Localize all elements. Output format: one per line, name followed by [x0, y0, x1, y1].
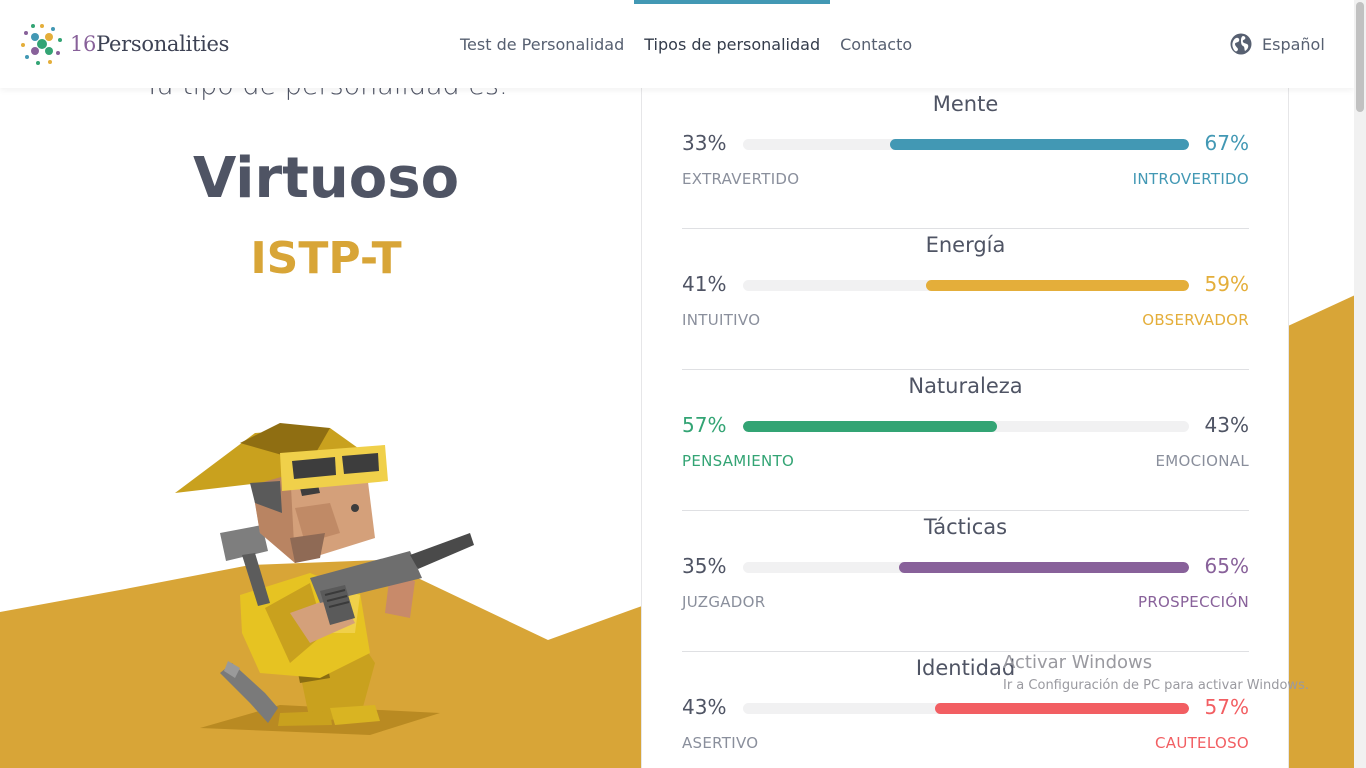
- trait-bar: [743, 703, 1189, 714]
- nav-item-personality-types[interactable]: Tipos de personalidad: [634, 0, 830, 88]
- trait-nature: Naturaleza 57% 43% PENSAMIENTO EMOCIONAL: [682, 370, 1249, 511]
- trait-bar-fill: [934, 703, 1189, 714]
- trait-bar: [743, 280, 1189, 291]
- logo-text: 16Personalities: [70, 32, 229, 56]
- globe-icon: [1230, 33, 1252, 55]
- type-code: ISTP-T: [250, 233, 402, 284]
- trait-title: Naturaleza: [908, 374, 1023, 398]
- nav-item-contact[interactable]: Contacto: [830, 0, 922, 88]
- trait-left-label: ASERTIVO: [682, 734, 759, 752]
- trait-bar: [743, 562, 1189, 573]
- trait-right-percent: 59%: [1204, 272, 1249, 296]
- trait-left-percent: 35%: [682, 554, 727, 578]
- trait-right-percent: 65%: [1204, 554, 1249, 578]
- trait-title: Identidad: [915, 656, 1016, 680]
- trait-title: Energía: [925, 233, 1006, 257]
- trait-energy: Energía 41% 59% INTUITIVO OBSERVADOR: [682, 229, 1249, 370]
- logo-number: 16: [70, 32, 97, 56]
- trait-bar-fill: [899, 562, 1189, 573]
- site-logo[interactable]: 16Personalities: [20, 22, 229, 66]
- trait-right-percent: 57%: [1204, 695, 1249, 719]
- trait-left-percent: 33%: [682, 131, 727, 155]
- trait-left-label: EXTRAVERTIDO: [682, 170, 800, 188]
- trait-right-percent: 43%: [1204, 413, 1249, 437]
- logo-dots-icon: [21, 24, 62, 65]
- traits-panel: Mente 33% 67% EXTRAVERTIDO INTROVERTIDO …: [641, 88, 1289, 768]
- trait-right-label: INTROVERTIDO: [1132, 170, 1249, 188]
- trait-right-percent: 67%: [1204, 131, 1249, 155]
- trait-left-label: JUZGADOR: [682, 593, 766, 611]
- trait-right-label: EMOCIONAL: [1155, 452, 1249, 470]
- main-nav: Test de Personalidad Tipos de personalid…: [450, 0, 922, 88]
- trait-mind: Mente 33% 67% EXTRAVERTIDO INTROVERTIDO: [682, 88, 1249, 229]
- trait-left-label: PENSAMIENTO: [682, 452, 795, 470]
- trait-tactics: Tácticas 35% 65% JUZGADOR PROSPECCIÓN: [682, 511, 1249, 652]
- trait-right-label: PROSPECCIÓN: [1137, 593, 1249, 611]
- nav-item-personality-test[interactable]: Test de Personalidad: [450, 0, 634, 88]
- trait-bar-fill: [890, 139, 1189, 150]
- trait-identity: Identidad 43% 57% ASERTIVO CAUTELOSO: [682, 652, 1249, 768]
- trait-bar: [743, 421, 1189, 432]
- virtuoso-character-illustration: [175, 423, 474, 735]
- page-scrollbar[interactable]: [1354, 0, 1366, 768]
- trait-bar-fill: [925, 280, 1189, 291]
- trait-right-label: CAUTELOSO: [1154, 734, 1249, 752]
- language-selector[interactable]: Español: [1230, 33, 1325, 55]
- trait-title: Tácticas: [923, 515, 1008, 539]
- trait-right-label: OBSERVADOR: [1142, 311, 1249, 329]
- site-header: 16Personalities Test de Personalidad Tip…: [0, 0, 1354, 88]
- scrollbar-thumb[interactable]: [1356, 2, 1364, 112]
- trait-left-percent: 41%: [682, 272, 727, 296]
- trait-bar-fill: [743, 421, 998, 432]
- language-label: Español: [1262, 34, 1325, 54]
- trait-bar: [743, 139, 1189, 150]
- type-name: Virtuoso: [192, 146, 460, 211]
- trait-left-label: INTUITIVO: [682, 311, 761, 329]
- trait-left-percent: 57%: [682, 413, 727, 437]
- logo-word: Personalities: [96, 32, 230, 56]
- trait-title: Mente: [932, 92, 999, 116]
- trait-left-percent: 43%: [682, 695, 727, 719]
